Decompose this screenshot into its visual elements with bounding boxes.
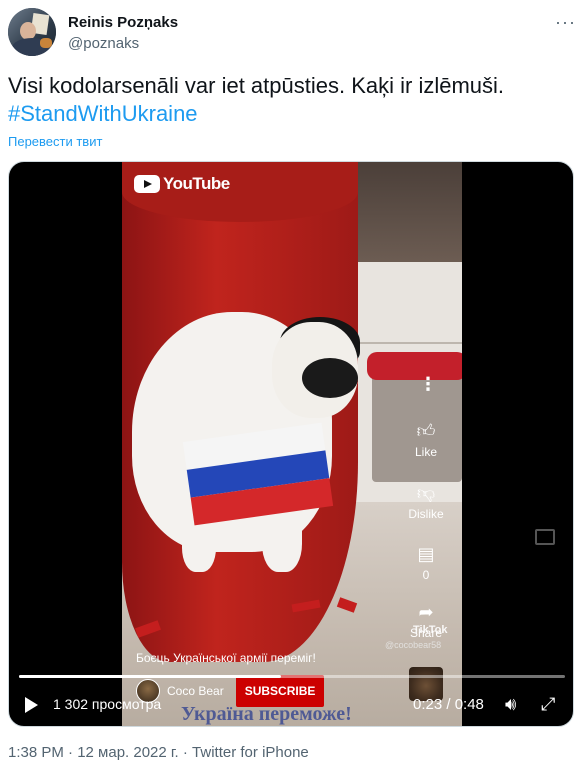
video-player[interactable]: YouTube ⋮ 👍︎ Like 👎︎ Dislike ▤ 0 ➦ Share… (8, 161, 574, 727)
tiktok-watermark: TikTok (413, 624, 448, 636)
comments-count: 0 (422, 568, 430, 582)
dislike-button[interactable]: 👎︎ Dislike (401, 482, 451, 521)
view-count: 1 302 просмотра (53, 696, 162, 712)
time-display: 0:23 / 0:48 (413, 696, 484, 713)
video-controls: 1 302 просмотра 0:23 / 0:48 🔊︎ ⤢ (9, 690, 573, 720)
youtube-logo[interactable]: YouTube (134, 174, 230, 194)
youtube-play-icon (134, 175, 160, 193)
progress-bar[interactable] (19, 675, 565, 678)
thumbs-up-icon: 👍︎ (416, 421, 436, 441)
video-caption: Боєць Української армії переміг! (136, 651, 316, 665)
tiktok-username: @cocobear58 (385, 640, 442, 650)
more-options-icon[interactable]: ··· (555, 12, 576, 33)
comments-button[interactable]: ▤ 0 (401, 544, 451, 582)
kebab-menu-icon[interactable]: ⋮ (419, 374, 437, 395)
fullscreen-icon[interactable]: ⤢ (541, 694, 555, 715)
tweet-timestamp[interactable]: 1:38 PM · 12 мар. 2022 г. · Twitter for … (8, 744, 309, 761)
tweet-body: Visi kodolarsenāli var iet atpūsties. Ka… (8, 73, 505, 98)
share-arrow-icon: ➦ (418, 602, 434, 622)
like-label: Like (414, 445, 437, 459)
author-avatar[interactable] (8, 8, 56, 56)
hashtag-link[interactable]: #StandWithUkraine (8, 100, 578, 128)
youtube-logo-text: YouTube (163, 174, 230, 193)
comment-icon: ▤ (417, 544, 435, 564)
translate-tweet-link[interactable]: Перевести твит (8, 134, 102, 149)
like-button[interactable]: 👍︎ Like (401, 420, 451, 459)
author-handle[interactable]: @poznaks (68, 35, 139, 52)
tweet-text: Visi kodolarsenāli var iet atpūsties. Ka… (8, 72, 578, 128)
play-icon[interactable] (25, 697, 38, 713)
author-name[interactable]: Reinis Pozņaks (68, 14, 178, 31)
progress-fill (19, 675, 282, 678)
thumbs-down-icon: 👎︎ (416, 483, 436, 503)
volume-icon[interactable]: 🔊︎ (505, 694, 516, 715)
dislike-label: Dislike (408, 507, 444, 521)
tweet-header: Reinis Pozņaks @poznaks ··· (8, 8, 580, 60)
picture-in-picture-icon[interactable] (535, 529, 555, 545)
